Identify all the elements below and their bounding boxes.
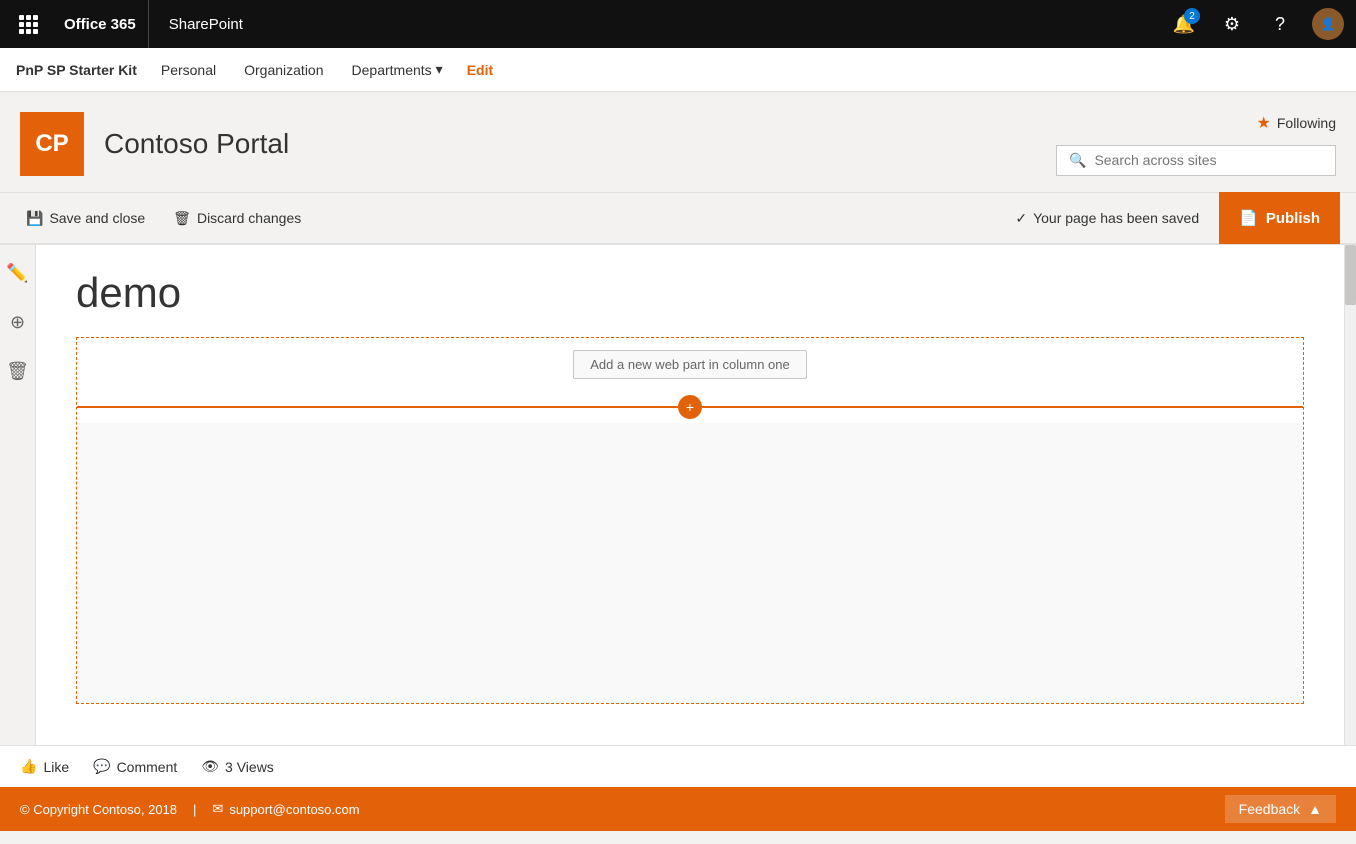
following-button[interactable]: ★ Following	[1257, 113, 1336, 133]
site-header: CP Contoso Portal ★ Following 🔍	[0, 92, 1356, 193]
separator: |	[193, 802, 196, 817]
feedback-button[interactable]: Feedback ▲	[1225, 795, 1336, 823]
page-footer-actions: 👍 Like 💬 Comment 👁 3 Views	[0, 745, 1356, 787]
comment-icon: 💬	[93, 758, 110, 775]
web-part-zone: Add a new web part in column one +	[76, 337, 1304, 704]
site-logo: CP	[20, 112, 84, 176]
main-content-area: ✏️ ⊕ 🗑 demo Add a new web part in column…	[0, 245, 1356, 745]
notification-badge: 2	[1184, 8, 1200, 24]
publish-button[interactable]: 📄 Publish	[1219, 192, 1340, 244]
search-box[interactable]: 🔍	[1056, 145, 1336, 176]
edit-layout-icon[interactable]: ✏️	[0, 257, 34, 290]
add-webpart-button[interactable]: Add a new web part in column one	[573, 350, 806, 379]
nav-item-personal[interactable]: Personal	[149, 56, 228, 84]
add-section-icon[interactable]: ⊕	[4, 306, 31, 339]
following-label: Following	[1277, 115, 1336, 131]
settings-button[interactable]: ⚙	[1216, 8, 1248, 40]
delete-section-icon[interactable]: 🗑	[0, 355, 35, 388]
checkmark-icon: ✓	[1015, 210, 1027, 227]
gear-icon: ⚙	[1224, 14, 1240, 35]
waffle-grid-icon	[19, 15, 38, 34]
save-icon: 💾	[26, 210, 43, 227]
like-button[interactable]: 👍 Like	[20, 758, 69, 775]
add-webpart-hint-area: Add a new web part in column one	[77, 338, 1303, 391]
page-canvas: demo Add a new web part in column one +	[36, 245, 1344, 745]
star-icon: ★	[1257, 113, 1271, 133]
header-right-actions: ★ Following 🔍	[1056, 113, 1336, 176]
copyright-text: © Copyright Contoso, 2018	[20, 802, 177, 817]
page-toolbar: 💾 Save and close 🗑 Discard changes ✓ You…	[0, 193, 1356, 245]
sharepoint-title[interactable]: SharePoint	[157, 16, 255, 33]
publish-icon: 📄	[1239, 209, 1258, 227]
scroll-thumb[interactable]	[1345, 245, 1356, 305]
support-email[interactable]: support@contoso.com	[229, 802, 359, 817]
nav-item-organization[interactable]: Organization	[232, 56, 335, 84]
empty-content-zone	[77, 423, 1303, 703]
site-title: Contoso Portal	[104, 128, 1036, 160]
top-navigation: Office 365 SharePoint 🔔 2 ⚙ ? 👤	[0, 0, 1356, 48]
site-navigation: PnP SP Starter Kit Personal Organization…	[0, 48, 1356, 92]
views-indicator: 👁 3 Views	[201, 758, 274, 775]
search-input[interactable]	[1094, 152, 1323, 168]
site-name-label[interactable]: PnP SP Starter Kit	[16, 62, 137, 78]
comment-button[interactable]: 💬 Comment	[93, 758, 177, 775]
divider-line-right	[702, 406, 1303, 408]
eye-icon: 👁	[201, 758, 219, 775]
left-sidebar: ✏️ ⊕ 🗑	[0, 245, 36, 745]
notifications-button[interactable]: 🔔 2	[1168, 8, 1200, 40]
save-close-button[interactable]: 💾 Save and close	[16, 204, 155, 233]
nav-item-departments[interactable]: Departments ▾	[340, 55, 455, 84]
page-title[interactable]: demo	[76, 269, 1304, 317]
discard-icon: 🗑	[173, 210, 191, 227]
avatar-photo: 👤	[1321, 17, 1336, 31]
nav-icons-group: 🔔 2 ⚙ ? 👤	[1168, 8, 1344, 40]
help-button[interactable]: ?	[1264, 8, 1296, 40]
nav-item-edit[interactable]: Edit	[459, 56, 501, 84]
divider-line-left	[77, 406, 678, 408]
office365-title[interactable]: Office 365	[52, 0, 149, 48]
thumbs-up-icon: 👍	[20, 758, 37, 775]
section-divider: +	[77, 395, 1303, 419]
saved-status-indicator: ✓ Your page has been saved	[1015, 210, 1199, 227]
chevron-up-icon: ▲	[1308, 801, 1322, 817]
add-section-circle-button[interactable]: +	[678, 395, 702, 419]
user-avatar[interactable]: 👤	[1312, 8, 1344, 40]
email-icon: ✉	[212, 801, 223, 817]
discard-changes-button[interactable]: 🗑 Discard changes	[163, 204, 311, 233]
plus-circle-icon: +	[686, 399, 694, 415]
waffle-menu-button[interactable]	[12, 8, 44, 40]
vertical-scrollbar[interactable]	[1344, 245, 1356, 745]
bottom-footer-bar: © Copyright Contoso, 2018 | ✉ support@co…	[0, 787, 1356, 831]
chevron-down-icon: ▾	[436, 61, 443, 78]
search-icon: 🔍	[1069, 152, 1086, 169]
question-icon: ?	[1275, 14, 1285, 35]
